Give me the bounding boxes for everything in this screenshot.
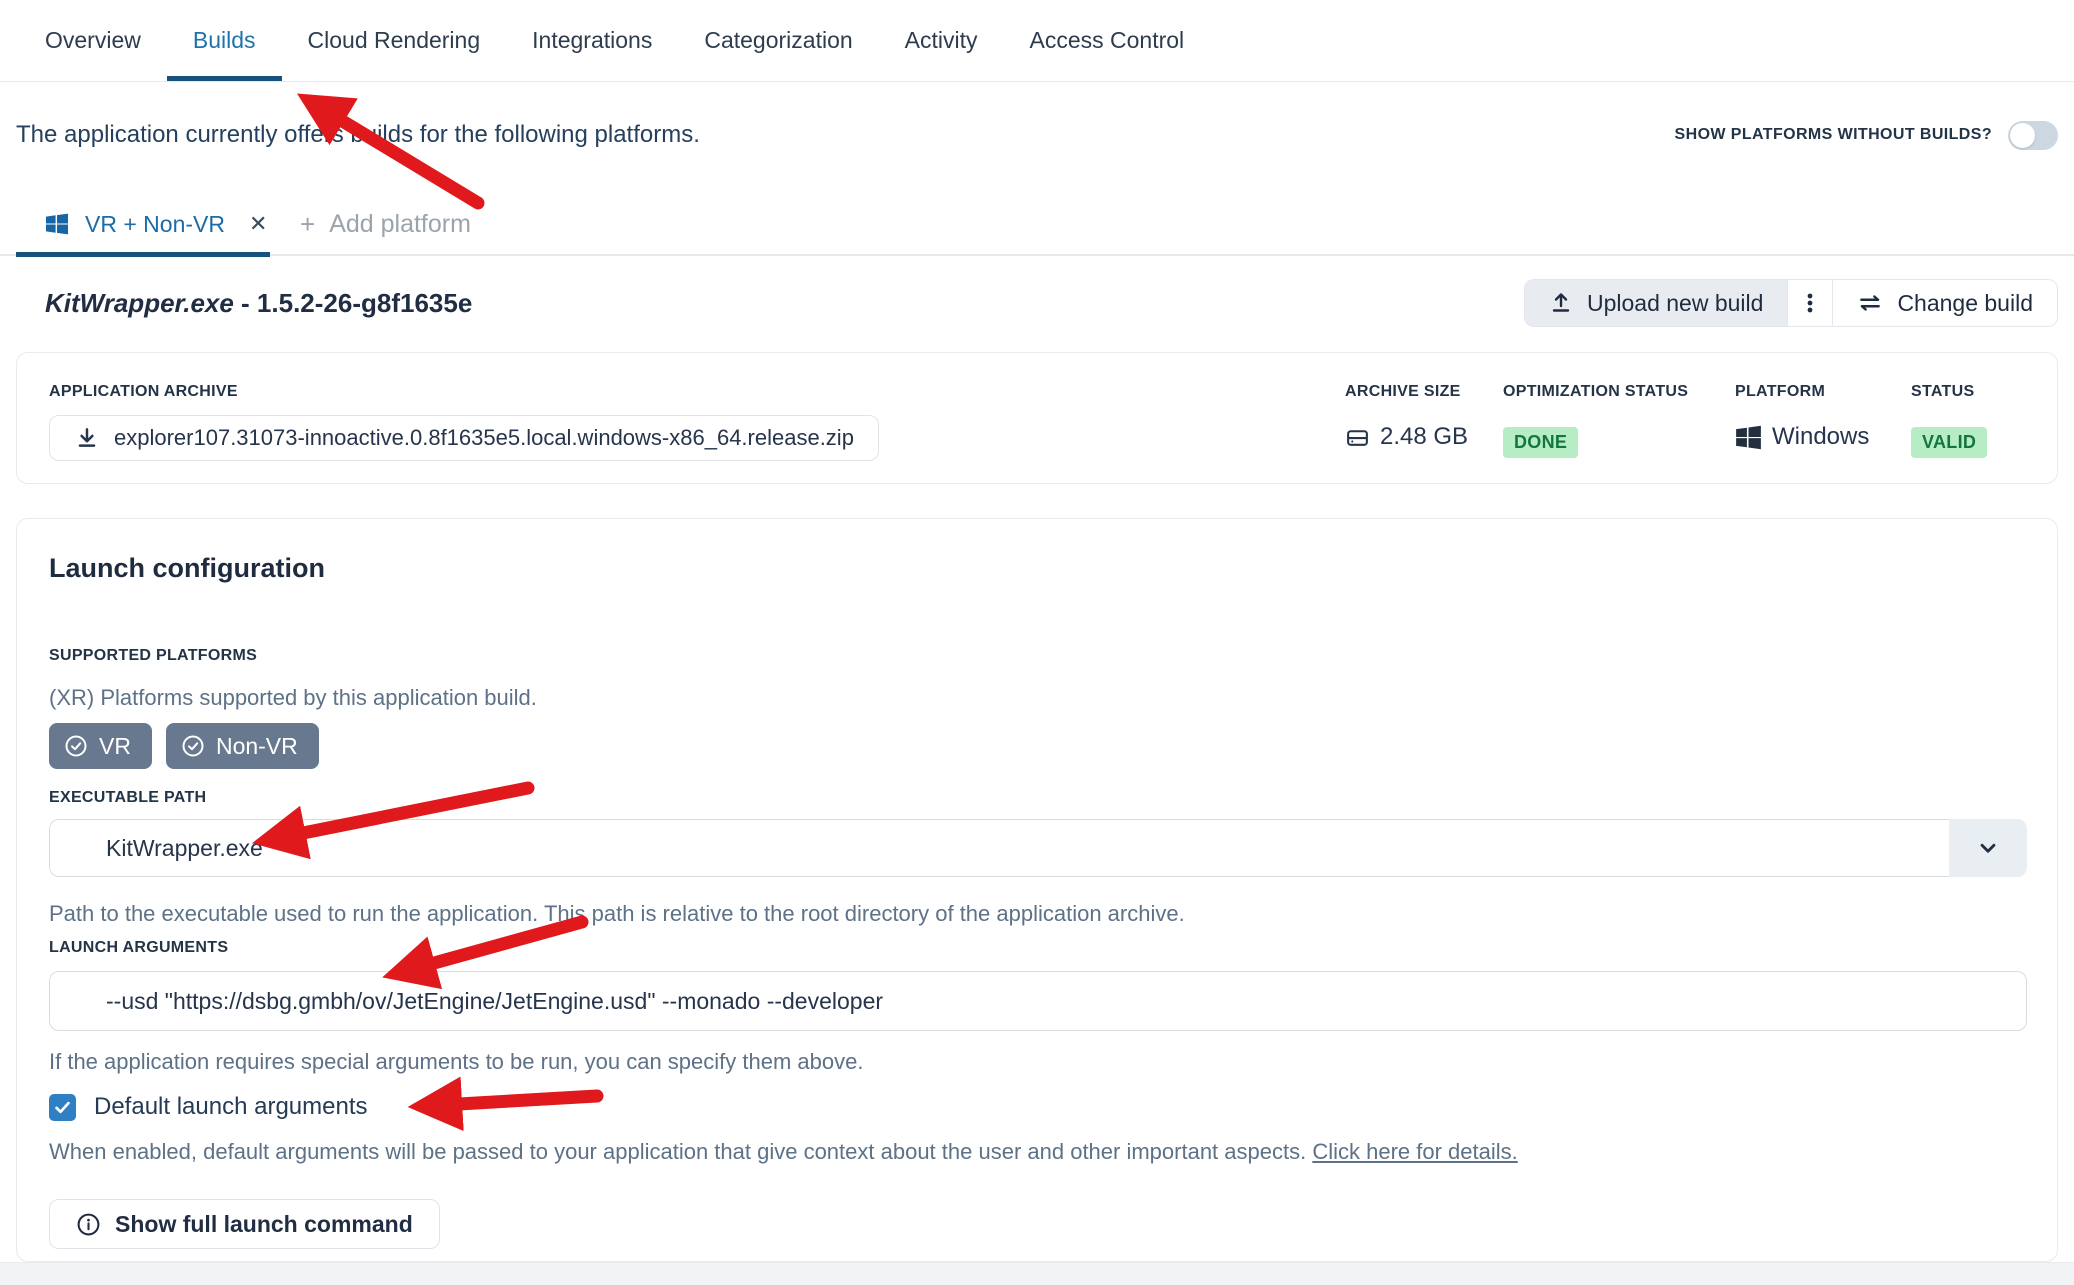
executable-path-label: EXECUTABLE PATH [49,789,206,807]
check-circle-icon [181,734,205,758]
windows-platform-icon [1735,424,1762,451]
supported-platforms-label: SUPPORTED PLATFORMS [49,647,257,665]
details-link[interactable]: Click here for details. [1312,1139,1517,1164]
archive-size-label: ARCHIVE SIZE [1345,383,1461,401]
hard-drive-icon [1345,425,1370,450]
executable-path-help: Path to the executable used to run the a… [49,901,1185,927]
default-arguments-help: When enabled, default arguments will be … [49,1139,1518,1165]
launch-arguments-input[interactable] [49,971,2027,1031]
tab-builds[interactable]: Builds [167,0,282,81]
platform-column: PLATFORM Windows [1735,383,1825,401]
chip-non-vr-label: Non-VR [216,733,298,760]
info-icon [76,1212,101,1237]
toggle-knob [2010,123,2035,148]
default-launch-arguments-label: Default launch arguments [94,1093,368,1121]
platform-tab-label: VR + Non-VR [85,211,225,238]
tab-categorization[interactable]: Categorization [678,0,878,81]
top-nav: Overview Builds Cloud Rendering Integrat… [0,0,2074,82]
executable-path-row [49,819,2027,877]
build-title: KitWrapper.exe - 1.5.2-26-g8f1635e [16,288,472,319]
footer-strip [0,1262,2074,1285]
launch-configuration-heading: Launch configuration [49,553,325,584]
application-archive-card: APPLICATION ARCHIVE explorer107.31073-in… [16,352,2058,484]
change-build-button[interactable]: Change build [1833,279,2058,327]
supported-platforms-help: (XR) Platforms supported by this applica… [49,685,537,711]
platform-tabs: VR + Non-VR ✕ + Add platform [0,196,2074,257]
add-platform-label: Add platform [329,210,471,239]
show-full-launch-command-label: Show full launch command [115,1211,413,1238]
upload-icon [1549,291,1573,315]
build-version: - 1.5.2-26-g8f1635e [234,288,472,318]
chip-vr-label: VR [99,733,131,760]
kebab-icon [1798,291,1822,315]
plus-icon: + [300,209,315,240]
default-launch-arguments-row[interactable]: Default launch arguments [49,1093,368,1121]
close-platform-tab-icon[interactable]: ✕ [249,211,267,237]
default-arguments-help-text: When enabled, default arguments will be … [49,1139,1312,1164]
launch-arguments-label: LAUNCH ARGUMENTS [49,939,228,957]
build-actions: Upload new build Change build [1524,279,2058,327]
archive-size-value: 2.48 GB [1380,423,1468,451]
tab-activity[interactable]: Activity [879,0,1004,81]
show-platforms-toggle-group: SHOW PLATFORMS WITHOUT BUILDS? [1675,121,2058,150]
chip-non-vr[interactable]: Non-VR [166,723,319,769]
status-label: STATUS [1911,383,1974,401]
more-options-button[interactable] [1787,279,1833,327]
check-circle-icon [64,734,88,758]
swap-arrows-icon [1857,290,1883,316]
tab-cloud-rendering[interactable]: Cloud Rendering [282,0,507,81]
optimization-status-badge: DONE [1503,427,1578,458]
archive-size-column: ARCHIVE SIZE 2.48 GB [1345,383,1461,401]
status-column: STATUS VALID [1911,383,1974,401]
add-platform-button[interactable]: + Add platform [300,196,471,252]
show-full-launch-command-button[interactable]: Show full launch command [49,1199,440,1249]
archive-filename: explorer107.31073-innoactive.0.8f1635e5.… [114,425,854,451]
executable-path-input[interactable] [49,819,1949,877]
show-platforms-toggle[interactable] [2008,121,2058,150]
platform-value: Windows [1772,423,1869,451]
upload-new-build-button[interactable]: Upload new build [1524,279,1787,327]
executable-path-dropdown-button[interactable] [1949,819,2027,877]
launch-configuration-card: Launch configuration SUPPORTED PLATFORMS… [16,518,2058,1262]
tab-access-control[interactable]: Access Control [1004,0,1211,81]
default-launch-arguments-checkbox[interactable] [49,1094,76,1121]
build-header-row: KitWrapper.exe - 1.5.2-26-g8f1635e Uploa… [16,278,2058,328]
launch-arguments-help: If the application requires special argu… [49,1049,863,1075]
intro-row: The application currently offers builds … [16,112,2058,158]
checkmark-icon [53,1098,72,1117]
optimization-status-label: OPTIMIZATION STATUS [1503,383,1688,401]
change-build-label: Change build [1897,290,2033,317]
platform-label: PLATFORM [1735,383,1825,401]
platform-tabs-divider [0,254,2074,256]
optimization-status-column: OPTIMIZATION STATUS DONE [1503,383,1688,401]
build-name: KitWrapper.exe [45,288,234,318]
download-icon [74,425,100,451]
windows-icon [45,212,69,236]
launch-arguments-row [49,971,2027,1031]
upload-label: Upload new build [1587,290,1763,317]
status-badge: VALID [1911,427,1987,458]
archive-file-chip[interactable]: explorer107.31073-innoactive.0.8f1635e5.… [49,415,879,461]
intro-text: The application currently offers builds … [16,121,700,149]
chip-vr[interactable]: VR [49,723,152,769]
show-platforms-toggle-label: SHOW PLATFORMS WITHOUT BUILDS? [1675,126,1992,144]
tab-overview[interactable]: Overview [19,0,167,81]
platform-tab-vr-nonvr[interactable]: VR + Non-VR ✕ [16,196,270,257]
supported-platform-chips: VR Non-VR [49,723,319,769]
chevron-down-icon [1975,835,2001,861]
tab-integrations[interactable]: Integrations [506,0,678,81]
application-archive-label: APPLICATION ARCHIVE [49,383,238,401]
